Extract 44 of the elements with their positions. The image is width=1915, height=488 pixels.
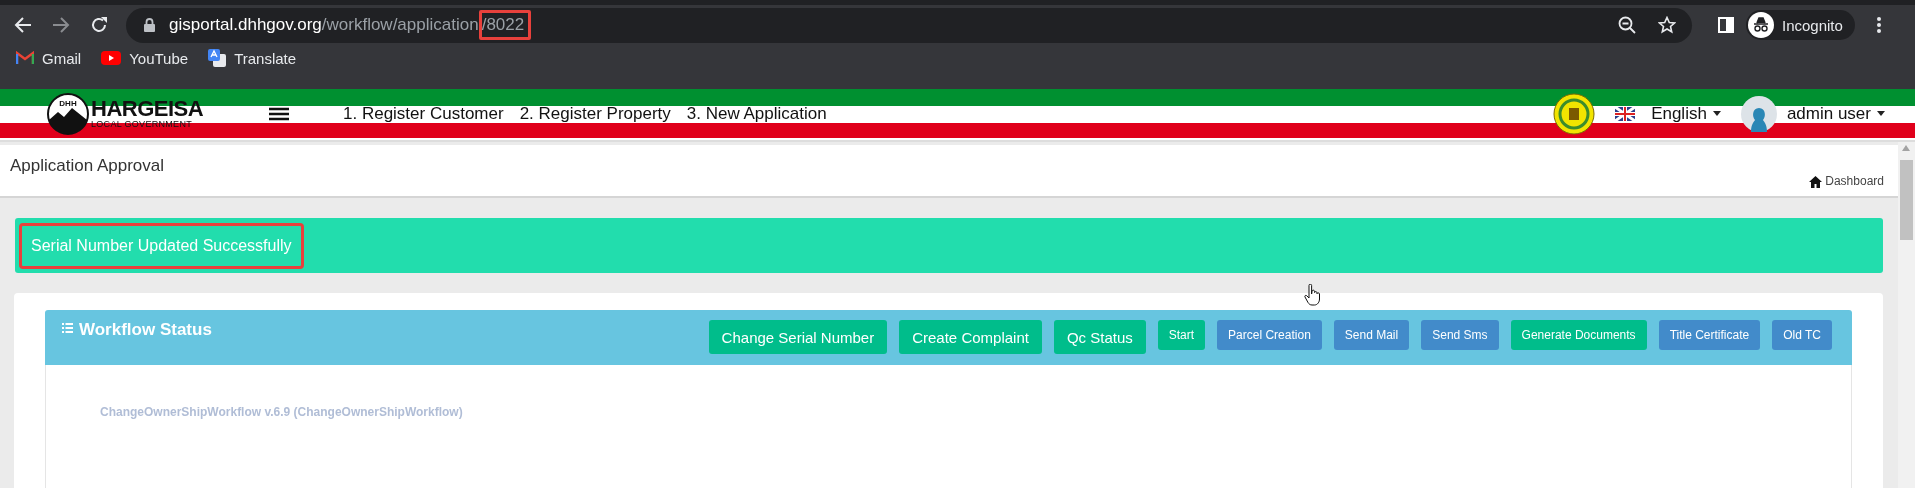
list-icon <box>62 323 73 333</box>
side-panel-icon[interactable] <box>1718 17 1734 33</box>
user-menu[interactable]: admin user <box>1786 103 1885 124</box>
star-icon[interactable] <box>1658 16 1676 34</box>
lock-icon <box>144 18 155 32</box>
alert-message: Serial Number Updated Successfully <box>19 222 304 269</box>
action-button[interactable]: Parcel Creation <box>1217 320 1322 350</box>
url-text: /8022 <box>478 10 532 40</box>
bookmark[interactable]: YouTube <box>101 49 189 67</box>
workflow-name: ChangeOwnerShipWorkflow v.6.9 (ChangeOwnerShipWorkflow) <box>100 405 463 419</box>
play-button-icon <box>101 51 122 65</box>
forward-icon[interactable] <box>52 16 70 34</box>
emblem-icon <box>1553 92 1596 135</box>
logo-emblem: DHH <box>47 92 89 135</box>
profile-name: Incognito <box>1782 16 1843 34</box>
incognito-icon <box>1748 12 1774 38</box>
url-text: gisportal.dhhgov.org <box>169 15 322 35</box>
back-icon[interactable] <box>14 16 32 34</box>
action-button[interactable]: Old TC <box>1772 320 1832 350</box>
bookmark[interactable]: Translate <box>208 49 297 67</box>
bookmark[interactable]: Gmail <box>16 49 82 67</box>
address-bar[interactable]: gisportal.dhhgov.org/workflow/application /8022 <box>126 7 1692 43</box>
panel-title: Workflow Status <box>79 320 212 340</box>
language-dropdown[interactable]: English <box>1651 103 1721 124</box>
nav-link[interactable]: 3. New Application <box>686 103 827 124</box>
flag-icon <box>1615 106 1636 121</box>
avatar-icon <box>1740 95 1777 132</box>
scrollbar[interactable] <box>1898 142 1915 488</box>
gmail-icon <box>16 51 34 65</box>
nav-link[interactable]: 1. Register Customer <box>343 103 504 124</box>
menu-icon[interactable] <box>1876 17 1881 33</box>
menu-icon[interactable] <box>269 106 289 121</box>
zoom-out-icon[interactable] <box>1618 16 1636 34</box>
action-button[interactable]: Send Sms <box>1421 320 1499 350</box>
action-button[interactable]: Send Mail <box>1333 320 1410 350</box>
home-icon <box>1809 176 1823 188</box>
translate-icon <box>208 49 227 67</box>
reload-icon[interactable] <box>90 16 108 34</box>
breadcrumb-link[interactable]: Dashboard <box>1825 174 1884 188</box>
profile-button[interactable]: Incognito <box>1746 10 1855 40</box>
nav-link[interactable]: 2. Register Property <box>519 103 671 124</box>
action-button[interactable]: Title Certificate <box>1658 320 1761 350</box>
page-title: Application Approval <box>10 155 165 177</box>
url-text: /workflow/application <box>321 15 479 35</box>
